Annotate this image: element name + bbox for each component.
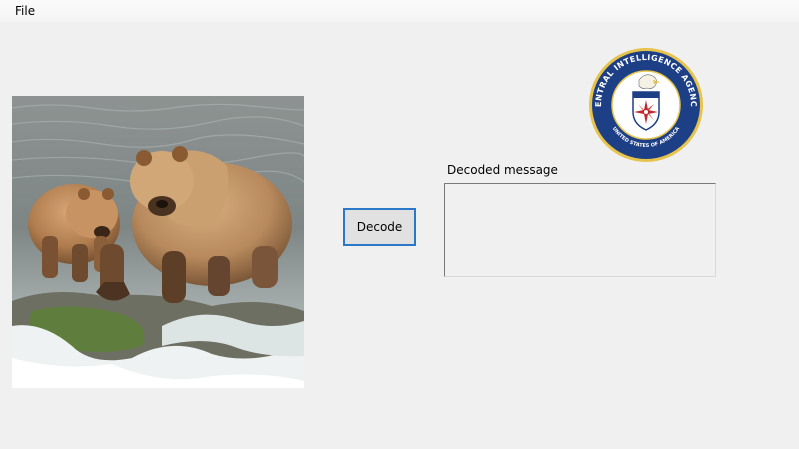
decoded-message-label: Decoded message [447,163,558,177]
cia-seal-icon: CENTRAL INTELLIGENCE AGENCY UNITED STATE… [583,39,705,164]
decoded-message-field[interactable] [444,183,716,277]
menu-file[interactable]: File [8,0,42,22]
decode-button[interactable]: Decode [343,208,416,246]
bears-photo [12,96,304,388]
menu-bar: File [0,0,799,22]
